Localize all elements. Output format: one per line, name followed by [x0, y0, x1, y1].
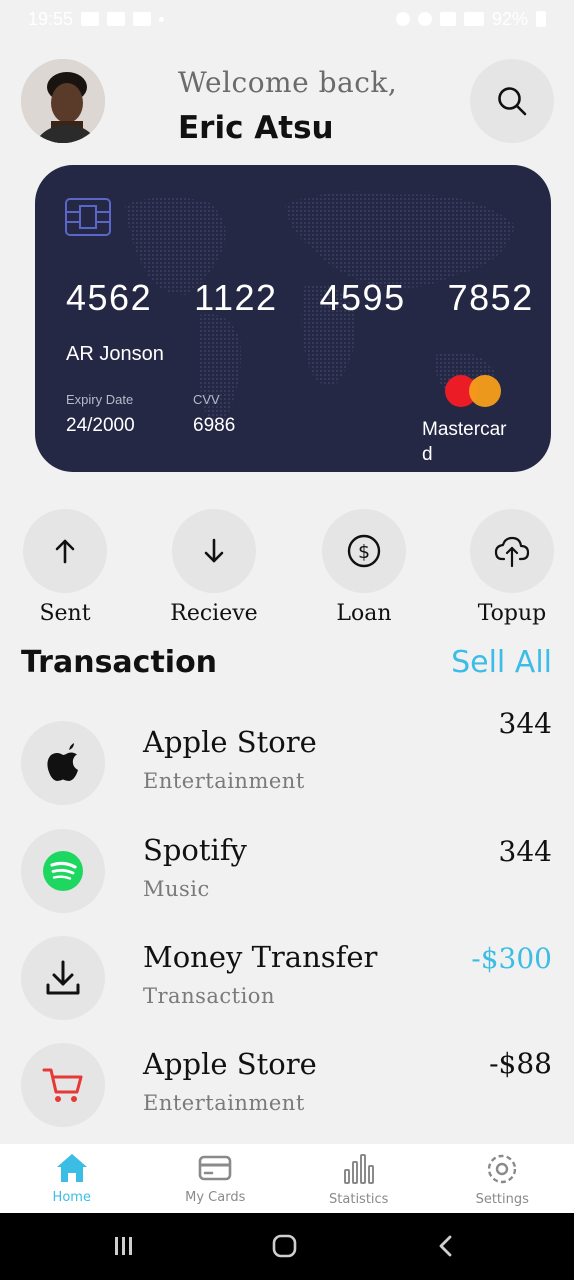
back-icon[interactable]	[439, 1235, 452, 1257]
transaction-amount: -$300	[471, 942, 552, 975]
welcome-text: Welcome back,	[178, 66, 398, 99]
transaction-row[interactable]: Apple Store Entertainment 344	[0, 707, 574, 807]
recent-apps-icon[interactable]	[115, 1237, 132, 1255]
transaction-row[interactable]: Spotify Music 344	[0, 829, 574, 915]
action-topup[interactable]: Topup	[452, 509, 572, 626]
action-sent-label: Sent	[39, 601, 91, 626]
system-nav-icons	[115, 1234, 452, 1258]
transaction-amount: 344	[498, 707, 552, 740]
arrow-down-icon	[204, 538, 224, 563]
transaction-icon-circle	[21, 829, 105, 913]
gear-icon	[488, 1154, 517, 1184]
action-loan-label: Loan	[336, 601, 392, 626]
mastercard-logo-icon	[445, 373, 505, 409]
transaction-title: Money Transfer	[143, 940, 378, 974]
transaction-subtitle: Transaction	[143, 984, 275, 1008]
search-icon	[498, 87, 527, 116]
transaction-subtitle: Music	[143, 877, 210, 901]
home-system-icon[interactable]	[272, 1234, 297, 1258]
action-loan[interactable]: $ Loan	[304, 509, 424, 626]
nav-statistics[interactable]: Statistics	[287, 1144, 431, 1213]
transaction-title: Apple Store	[143, 1047, 317, 1081]
apple-icon	[47, 743, 78, 781]
card-chip-icon	[65, 198, 111, 236]
avatar-image	[21, 59, 105, 143]
mastercard-orange-circle	[469, 375, 501, 407]
transaction-row[interactable]: Money Transfer Transaction -$300	[0, 936, 574, 1022]
card-number-group: 4595	[319, 277, 406, 318]
home-icon	[56, 1154, 87, 1182]
transaction-title: Apple Store	[143, 725, 317, 759]
card-number: 4562 1122 4595 7852	[66, 277, 534, 319]
action-topup-circle[interactable]	[470, 509, 554, 593]
transaction-icon-circle	[21, 936, 105, 1020]
arrow-up-icon	[55, 539, 75, 564]
nav-my-cards-label: My Cards	[185, 1190, 246, 1205]
bar-chart-icon	[343, 1154, 374, 1184]
action-recieve[interactable]: Recieve	[154, 509, 274, 626]
alarm-icon	[395, 12, 410, 26]
transaction-amount: -$88	[489, 1047, 552, 1080]
transaction-icon-circle	[21, 721, 105, 805]
action-sent[interactable]: Sent	[5, 509, 125, 626]
chip-lines	[67, 205, 109, 229]
status-right: 92%	[395, 8, 546, 30]
youtube-notification-icon	[133, 12, 152, 26]
spotify-icon	[43, 851, 83, 891]
avatar[interactable]	[21, 59, 105, 143]
expiry-value: 24/2000	[66, 415, 135, 436]
nav-statistics-label: Statistics	[329, 1192, 389, 1207]
action-recieve-circle[interactable]	[172, 509, 256, 593]
card-icon	[198, 1155, 232, 1181]
search-button[interactable]	[470, 59, 554, 143]
signal-icon	[463, 12, 484, 26]
transaction-amount: 344	[498, 835, 552, 868]
download-icon	[46, 960, 80, 995]
more-notifications-icon	[159, 16, 165, 22]
credit-card[interactable]: 4562 1122 4595 7852 AR Jonson Expiry Dat…	[35, 165, 551, 472]
cart-icon	[42, 1068, 83, 1102]
card-number-group: 4562	[66, 277, 153, 318]
wifi-icon	[439, 12, 456, 26]
nav-home-label: Home	[52, 1190, 91, 1205]
svg-text:$: $	[358, 541, 370, 563]
status-bar: 19:55 92%	[0, 0, 574, 38]
bottom-nav: Home My Cards Statistics Settings	[0, 1144, 574, 1213]
action-loan-circle[interactable]: $	[322, 509, 406, 593]
transaction-subtitle: Entertainment	[143, 1091, 305, 1115]
cvv-label: CVV	[193, 392, 220, 407]
card-brand: Mastercard	[422, 419, 507, 465]
battery-icon	[536, 11, 546, 27]
status-time: 19:55	[28, 8, 74, 29]
linkedin-notification-icon	[81, 12, 100, 26]
battery-percent: 92%	[491, 8, 528, 29]
action-sent-circle[interactable]	[23, 509, 107, 593]
nav-settings-label: Settings	[475, 1192, 529, 1207]
card-holder-name: AR Jonson	[66, 343, 164, 365]
card-number-group: 7852	[447, 277, 534, 318]
cvv-value: 6986	[193, 415, 236, 436]
transaction-subtitle: Entertainment	[143, 769, 305, 793]
user-name: Eric Atsu	[178, 110, 334, 146]
system-nav-bar	[0, 1213, 574, 1280]
status-left: 19:55	[28, 8, 165, 30]
expiry-label: Expiry Date	[66, 392, 134, 407]
hotspot-icon	[417, 12, 432, 26]
transaction-icon-circle	[21, 1043, 105, 1127]
transaction-title: Spotify	[143, 833, 247, 867]
nav-settings[interactable]: Settings	[431, 1144, 574, 1213]
cloud-upload-icon	[494, 536, 530, 568]
see-all-link[interactable]: Sell All	[451, 645, 552, 680]
dollar-circle-icon: $	[347, 534, 381, 568]
nav-my-cards[interactable]: My Cards	[144, 1144, 288, 1213]
action-topup-label: Topup	[477, 601, 547, 626]
action-recieve-label: Recieve	[170, 601, 258, 626]
mail-notification-icon	[107, 12, 126, 26]
nav-home[interactable]: Home	[0, 1144, 144, 1213]
card-number-group: 1122	[194, 277, 278, 318]
transactions-title: Transaction	[21, 645, 218, 680]
transaction-row[interactable]: Apple Store Entertainment -$88	[0, 1043, 574, 1129]
